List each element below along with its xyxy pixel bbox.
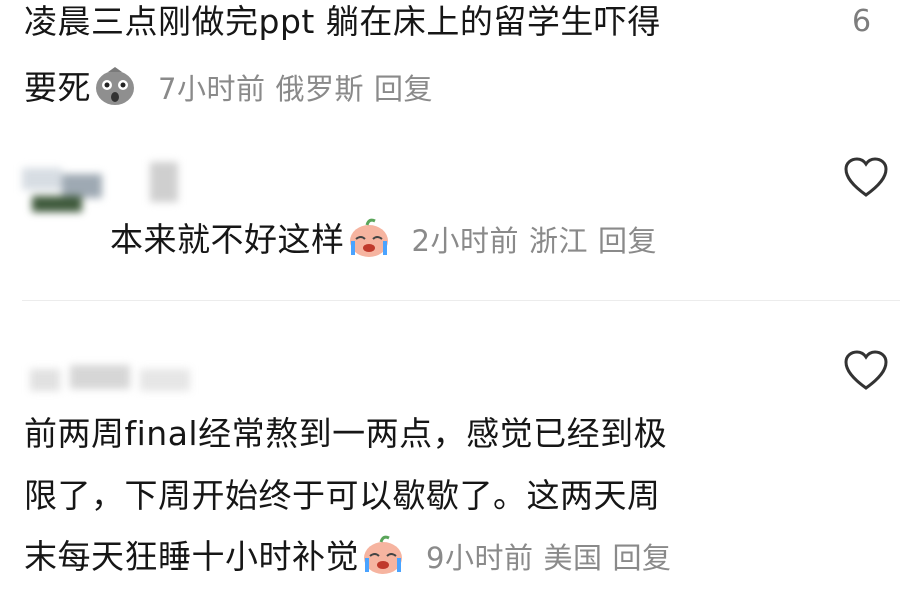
comment-time: 2小时前: [411, 224, 519, 258]
like-count: 6: [852, 4, 872, 39]
comment-text-continued: 要死 7小时前 俄罗斯 回复: [24, 58, 443, 119]
comment-text-continued: 限了，下周开始终于可以歇歇了。这两天周: [24, 476, 661, 515]
comment-meta: 2小时前 浙江 回复: [412, 224, 667, 258]
heart-outline-icon[interactable]: [842, 348, 890, 396]
heart-outline-icon[interactable]: [842, 155, 890, 203]
username-blurred[interactable]: [30, 365, 190, 393]
reply-button[interactable]: 回复: [598, 224, 657, 258]
comment-time: 7小时前: [158, 72, 266, 106]
comment-text: 本来就不好这样 2小时前 浙江 回复: [110, 210, 667, 271]
reply-button[interactable]: 回复: [374, 72, 433, 106]
comment-time: 9小时前: [426, 541, 534, 575]
comment-location: 俄罗斯: [275, 72, 364, 106]
comment-text: 前两周final经常熬到一两点，感觉已经到极: [24, 414, 668, 453]
comment-meta: 7小时前 俄罗斯 回复: [158, 72, 443, 106]
username-blurred[interactable]: [150, 162, 178, 202]
crying-face-emoji: [361, 532, 405, 576]
comment-text-continued: 末每天狂睡十小时补觉 9小时前 美国 回复: [24, 527, 681, 588]
reply-button[interactable]: 回复: [612, 541, 671, 575]
comment-location: 美国: [543, 541, 603, 575]
comment-text: 凌晨三点刚做完ppt 躺在床上的留学生吓得: [24, 2, 661, 41]
avatar[interactable]: [22, 168, 102, 214]
scared-face-emoji: [93, 63, 137, 107]
crying-face-emoji: [347, 215, 391, 259]
comment-location: 浙江: [528, 224, 588, 258]
divider: [22, 300, 900, 301]
comment-meta: 9小时前 美国 回复: [426, 541, 681, 575]
